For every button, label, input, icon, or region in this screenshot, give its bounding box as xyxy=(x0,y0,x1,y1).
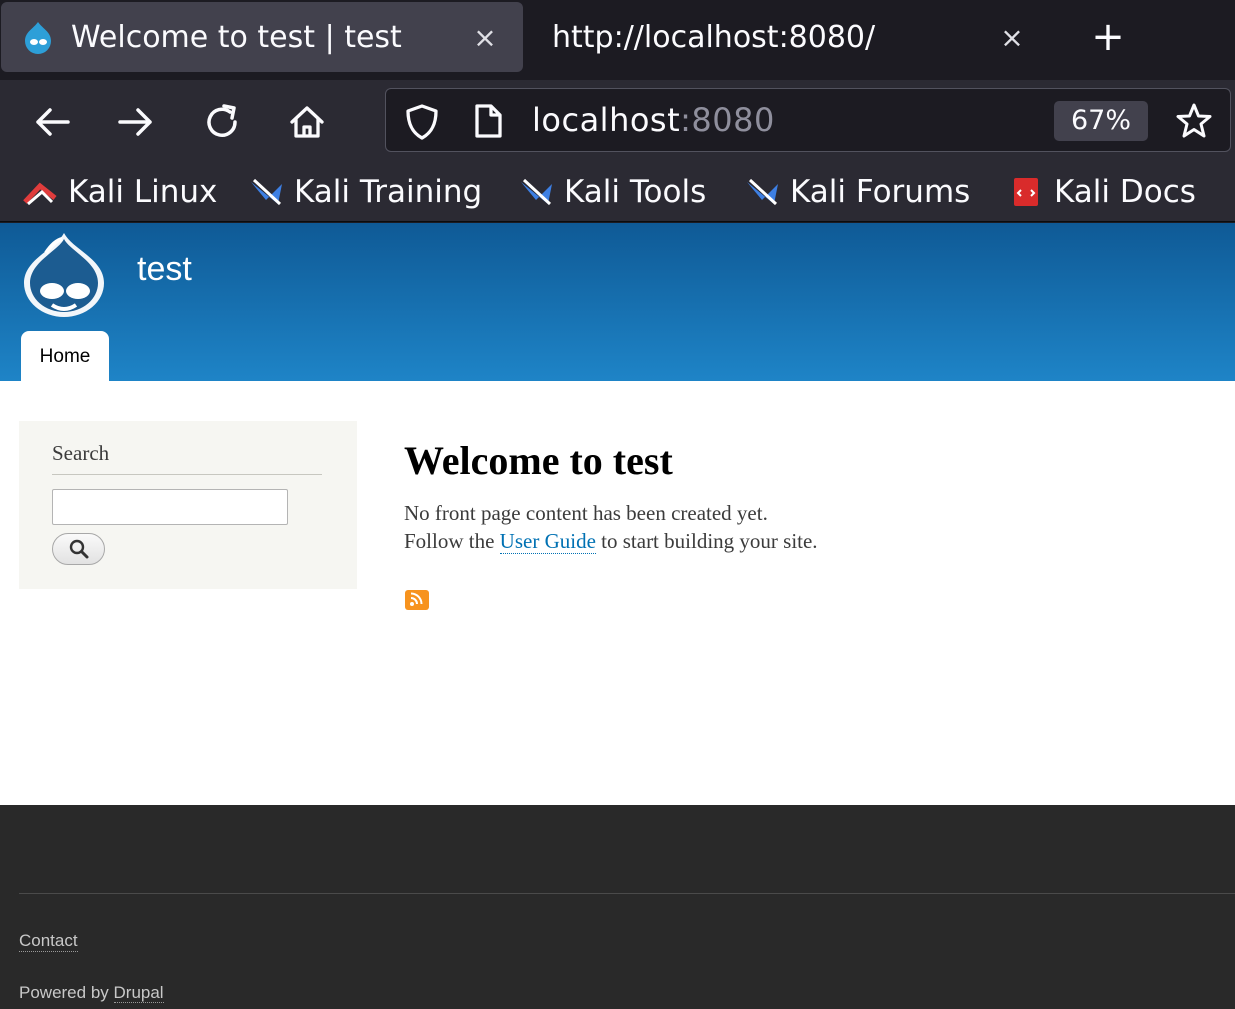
search-block: Search xyxy=(19,421,357,589)
close-tab-icon[interactable]: × xyxy=(992,21,1032,54)
bookmark-kali-docs[interactable]: Kali Docs xyxy=(1008,172,1196,212)
arrow-right-icon xyxy=(118,108,152,136)
tab-localhost[interactable]: http://localhost:8080/ × xyxy=(530,2,1050,72)
magnifier-icon xyxy=(69,539,88,559)
message-text: Follow the xyxy=(404,529,500,553)
web-page: test Home Search Welcome to test No fron… xyxy=(0,223,1235,1009)
bookmark-kali-training[interactable]: Kali Training xyxy=(248,172,482,212)
search-button[interactable] xyxy=(52,533,105,565)
url-port: :8080 xyxy=(680,101,775,139)
rss-feed-icon[interactable] xyxy=(405,590,429,610)
bookmarks-toolbar: Kali Linux Kali Training Kali Tools Kali… xyxy=(0,164,1235,222)
drupal-link[interactable]: Drupal xyxy=(113,983,164,1003)
bookmark-label: Kali Docs xyxy=(1054,174,1196,210)
drupal-favicon-icon xyxy=(25,22,51,54)
bookmark-kali-linux[interactable]: Kali Linux xyxy=(22,172,217,212)
zoom-level-button[interactable]: 67% xyxy=(1054,101,1148,141)
home-icon xyxy=(290,106,324,138)
powered-by-text: Powered by Drupal xyxy=(19,983,164,1003)
tab-bar: Welcome to test | test × http://localhos… xyxy=(0,0,1235,80)
home-button[interactable] xyxy=(283,100,331,144)
close-tab-icon[interactable]: × xyxy=(465,21,505,54)
user-guide-message: Follow the User Guide to start building … xyxy=(404,529,818,554)
site-footer: Contact Powered by Drupal xyxy=(0,805,1235,1009)
reload-icon xyxy=(207,104,237,137)
page-icon[interactable] xyxy=(472,103,504,139)
bookmark-label: Kali Linux xyxy=(68,174,218,210)
search-block-title: Search xyxy=(52,441,322,475)
contact-link[interactable]: Contact xyxy=(19,931,78,952)
message-text: to start building your site. xyxy=(595,529,818,553)
bookmark-kali-forums[interactable]: Kali Forums xyxy=(744,172,970,212)
nav-tab-home[interactable]: Home xyxy=(21,331,109,381)
back-button[interactable] xyxy=(28,100,76,144)
new-tab-button[interactable]: + xyxy=(1086,14,1130,62)
page-title: Welcome to test xyxy=(404,438,673,483)
kali-training-icon xyxy=(251,178,282,206)
kali-forums-icon xyxy=(747,178,778,206)
bookmark-label: Kali Forums xyxy=(790,174,971,210)
navigation-toolbar: localhost:8080 67% xyxy=(0,80,1235,164)
kali-tools-icon xyxy=(521,178,552,206)
bookmark-kali-tools[interactable]: Kali Tools xyxy=(518,172,706,212)
kali-linux-icon xyxy=(23,182,57,206)
tab-title: http://localhost:8080/ xyxy=(552,19,876,55)
powered-by-label: Powered by xyxy=(19,983,114,1002)
bookmark-label: Kali Tools xyxy=(564,174,707,210)
kali-docs-icon xyxy=(1014,178,1038,206)
site-name-link[interactable]: test xyxy=(137,250,192,289)
arrow-left-icon xyxy=(36,108,70,136)
reload-button[interactable] xyxy=(198,100,246,144)
site-header: test Home xyxy=(0,223,1235,381)
drupal-logo-icon[interactable] xyxy=(18,229,110,319)
bookmark-label: Kali Training xyxy=(294,174,483,210)
url-text[interactable]: localhost:8080 xyxy=(532,101,775,139)
footer-divider xyxy=(19,893,1235,894)
forward-button[interactable] xyxy=(112,100,160,144)
tab-title: Welcome to test | test xyxy=(71,19,402,55)
empty-front-message: No front page content has been created y… xyxy=(404,501,768,525)
tab-welcome[interactable]: Welcome to test | test × xyxy=(1,2,523,72)
shield-icon[interactable] xyxy=(404,103,440,141)
search-input[interactable] xyxy=(52,489,288,525)
url-host: localhost xyxy=(532,101,681,139)
address-bar[interactable]: localhost:8080 67% xyxy=(385,88,1231,152)
bookmark-star-icon[interactable] xyxy=(1174,101,1214,141)
user-guide-link[interactable]: User Guide xyxy=(499,529,596,554)
